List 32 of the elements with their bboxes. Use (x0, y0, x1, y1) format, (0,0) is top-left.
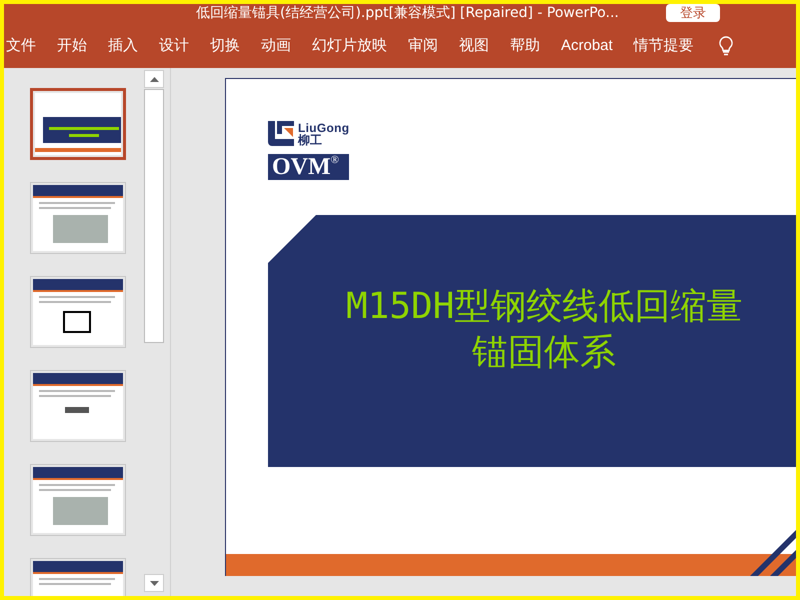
ribbon-tab[interactable]: 情节提要 (634, 34, 694, 58)
ribbon-tab[interactable]: 设计 (159, 34, 189, 58)
ribbon-tab[interactable]: 帮助 (510, 34, 540, 58)
up-triangle-icon (150, 76, 158, 82)
ribbon-tab[interactable]: 插入 (108, 34, 138, 58)
lightbulb-icon[interactable] (718, 36, 734, 56)
slide-title: M15DH型钢绞线低回缩量 (346, 285, 742, 329)
scroll-down-button[interactable] (144, 574, 164, 592)
ribbon-tab[interactable]: 开始 (57, 34, 87, 58)
logo-wordmark: LiuGong (298, 122, 350, 134)
scroll-up-button[interactable] (144, 70, 164, 88)
registered-mark: ® (330, 155, 340, 166)
scrollbar-thumb[interactable] (144, 89, 164, 343)
slide-thumbnail[interactable] (30, 182, 126, 254)
brand-text: OVM (272, 154, 331, 180)
slide-thumbnail[interactable] (30, 370, 126, 442)
ribbon-tab[interactable]: 文件 (6, 34, 36, 58)
ribbon-tab[interactable]: 切换 (210, 34, 240, 58)
logo-chinese-name: 柳工 (298, 134, 322, 146)
down-triangle-icon (150, 580, 158, 586)
slide-thumbnail[interactable] (30, 464, 126, 536)
window-title: 低回缩量锚具(结经营公司).ppt[兼容模式] [Repaired] - PowerPo... (196, 4, 619, 22)
ribbon-tab[interactable]: 幻灯片放映 (312, 34, 387, 58)
slide-thumbnail[interactable] (30, 276, 126, 348)
ribbon-tab[interactable]: 动画 (261, 34, 291, 58)
ribbon-tab[interactable]: 审阅 (408, 34, 438, 58)
logo-icon (268, 121, 294, 146)
login-button[interactable]: 登录 (666, 4, 720, 22)
ribbon-tab[interactable]: Acrobat (561, 34, 613, 58)
slide-title: 锚固体系 (472, 331, 616, 375)
ribbon-tab[interactable]: 视图 (459, 34, 489, 58)
slide-thumbnail[interactable] (30, 88, 126, 160)
